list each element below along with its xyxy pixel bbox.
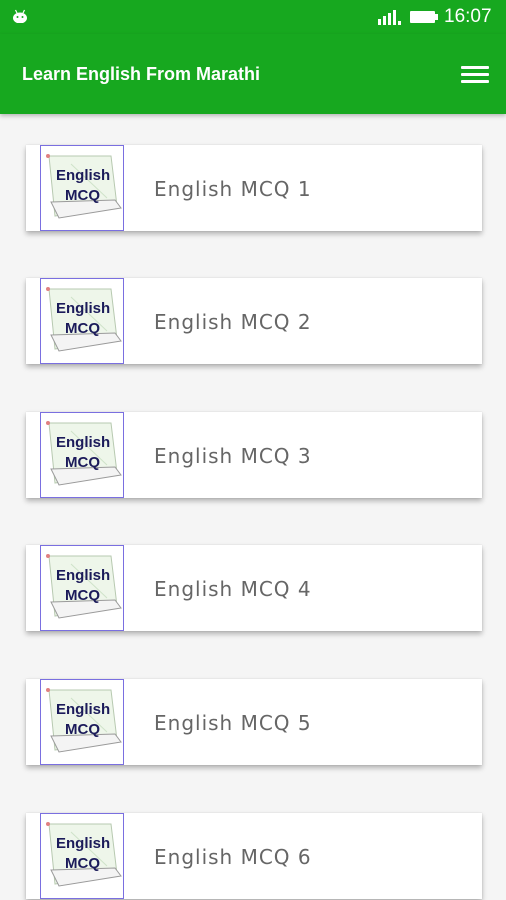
- hamburger-menu-icon[interactable]: [456, 62, 494, 88]
- thumb-text-english: English: [56, 300, 110, 317]
- english-mcq-thumbnail: English MCQ: [40, 545, 124, 631]
- english-mcq-thumbnail: English MCQ: [40, 145, 124, 231]
- thumb-text-mcq: MCQ: [65, 320, 100, 337]
- item-label: English MCQ 2: [154, 310, 312, 334]
- thumb-text-english: English: [56, 567, 110, 584]
- android-icon: [13, 9, 27, 23]
- item-label: English MCQ 1: [154, 177, 312, 201]
- mcq-book-icon: English MCQ: [46, 154, 122, 219]
- thumb-text-english: English: [56, 434, 110, 451]
- thumb-text-mcq: MCQ: [65, 187, 100, 204]
- mcq-book-icon: English MCQ: [46, 822, 122, 887]
- list-item-mcq-5[interactable]: English MCQ English MCQ 5: [26, 679, 482, 765]
- list-item-mcq-4[interactable]: English MCQ English MCQ 4: [26, 545, 482, 631]
- battery-icon: [410, 11, 438, 23]
- item-label: English MCQ 3: [154, 444, 312, 468]
- item-label: English MCQ 5: [154, 711, 312, 735]
- thumb-text-mcq: MCQ: [65, 587, 100, 604]
- status-bar: 16:07: [0, 0, 506, 34]
- list-item-mcq-3[interactable]: English MCQ English MCQ 3: [26, 412, 482, 498]
- english-mcq-thumbnail: English MCQ: [40, 679, 124, 765]
- item-label: English MCQ 4: [154, 577, 312, 601]
- list-item-mcq-2[interactable]: English MCQ English MCQ 2: [26, 278, 482, 364]
- thumb-text-mcq: MCQ: [65, 454, 100, 471]
- english-mcq-thumbnail: English MCQ: [40, 278, 124, 364]
- thumb-text-mcq: MCQ: [65, 855, 100, 872]
- english-mcq-thumbnail: English MCQ: [40, 412, 124, 498]
- thumb-text-english: English: [56, 835, 110, 852]
- mcq-book-icon: English MCQ: [46, 688, 122, 753]
- thumb-text-mcq: MCQ: [65, 721, 100, 738]
- app-title: Learn English From Marathi: [22, 64, 261, 84]
- clock: 16:07: [444, 6, 492, 27]
- app-bar: Learn English From Marathi: [0, 34, 506, 114]
- english-mcq-thumbnail: English MCQ: [40, 813, 124, 899]
- list-item-mcq-6[interactable]: English MCQ English MCQ 6: [26, 813, 482, 899]
- mcq-book-icon: English MCQ: [46, 554, 122, 619]
- signal-icon: [378, 10, 401, 25]
- mcq-book-icon: English MCQ: [46, 287, 122, 352]
- mcq-book-icon: English MCQ: [46, 421, 122, 486]
- thumb-text-english: English: [56, 701, 110, 718]
- mcq-list: English MCQ English MCQ 1 English MCQ En…: [0, 114, 506, 900]
- thumb-text-english: English: [56, 167, 110, 184]
- item-label: English MCQ 6: [154, 845, 312, 869]
- list-item-mcq-1[interactable]: English MCQ English MCQ 1: [26, 145, 482, 231]
